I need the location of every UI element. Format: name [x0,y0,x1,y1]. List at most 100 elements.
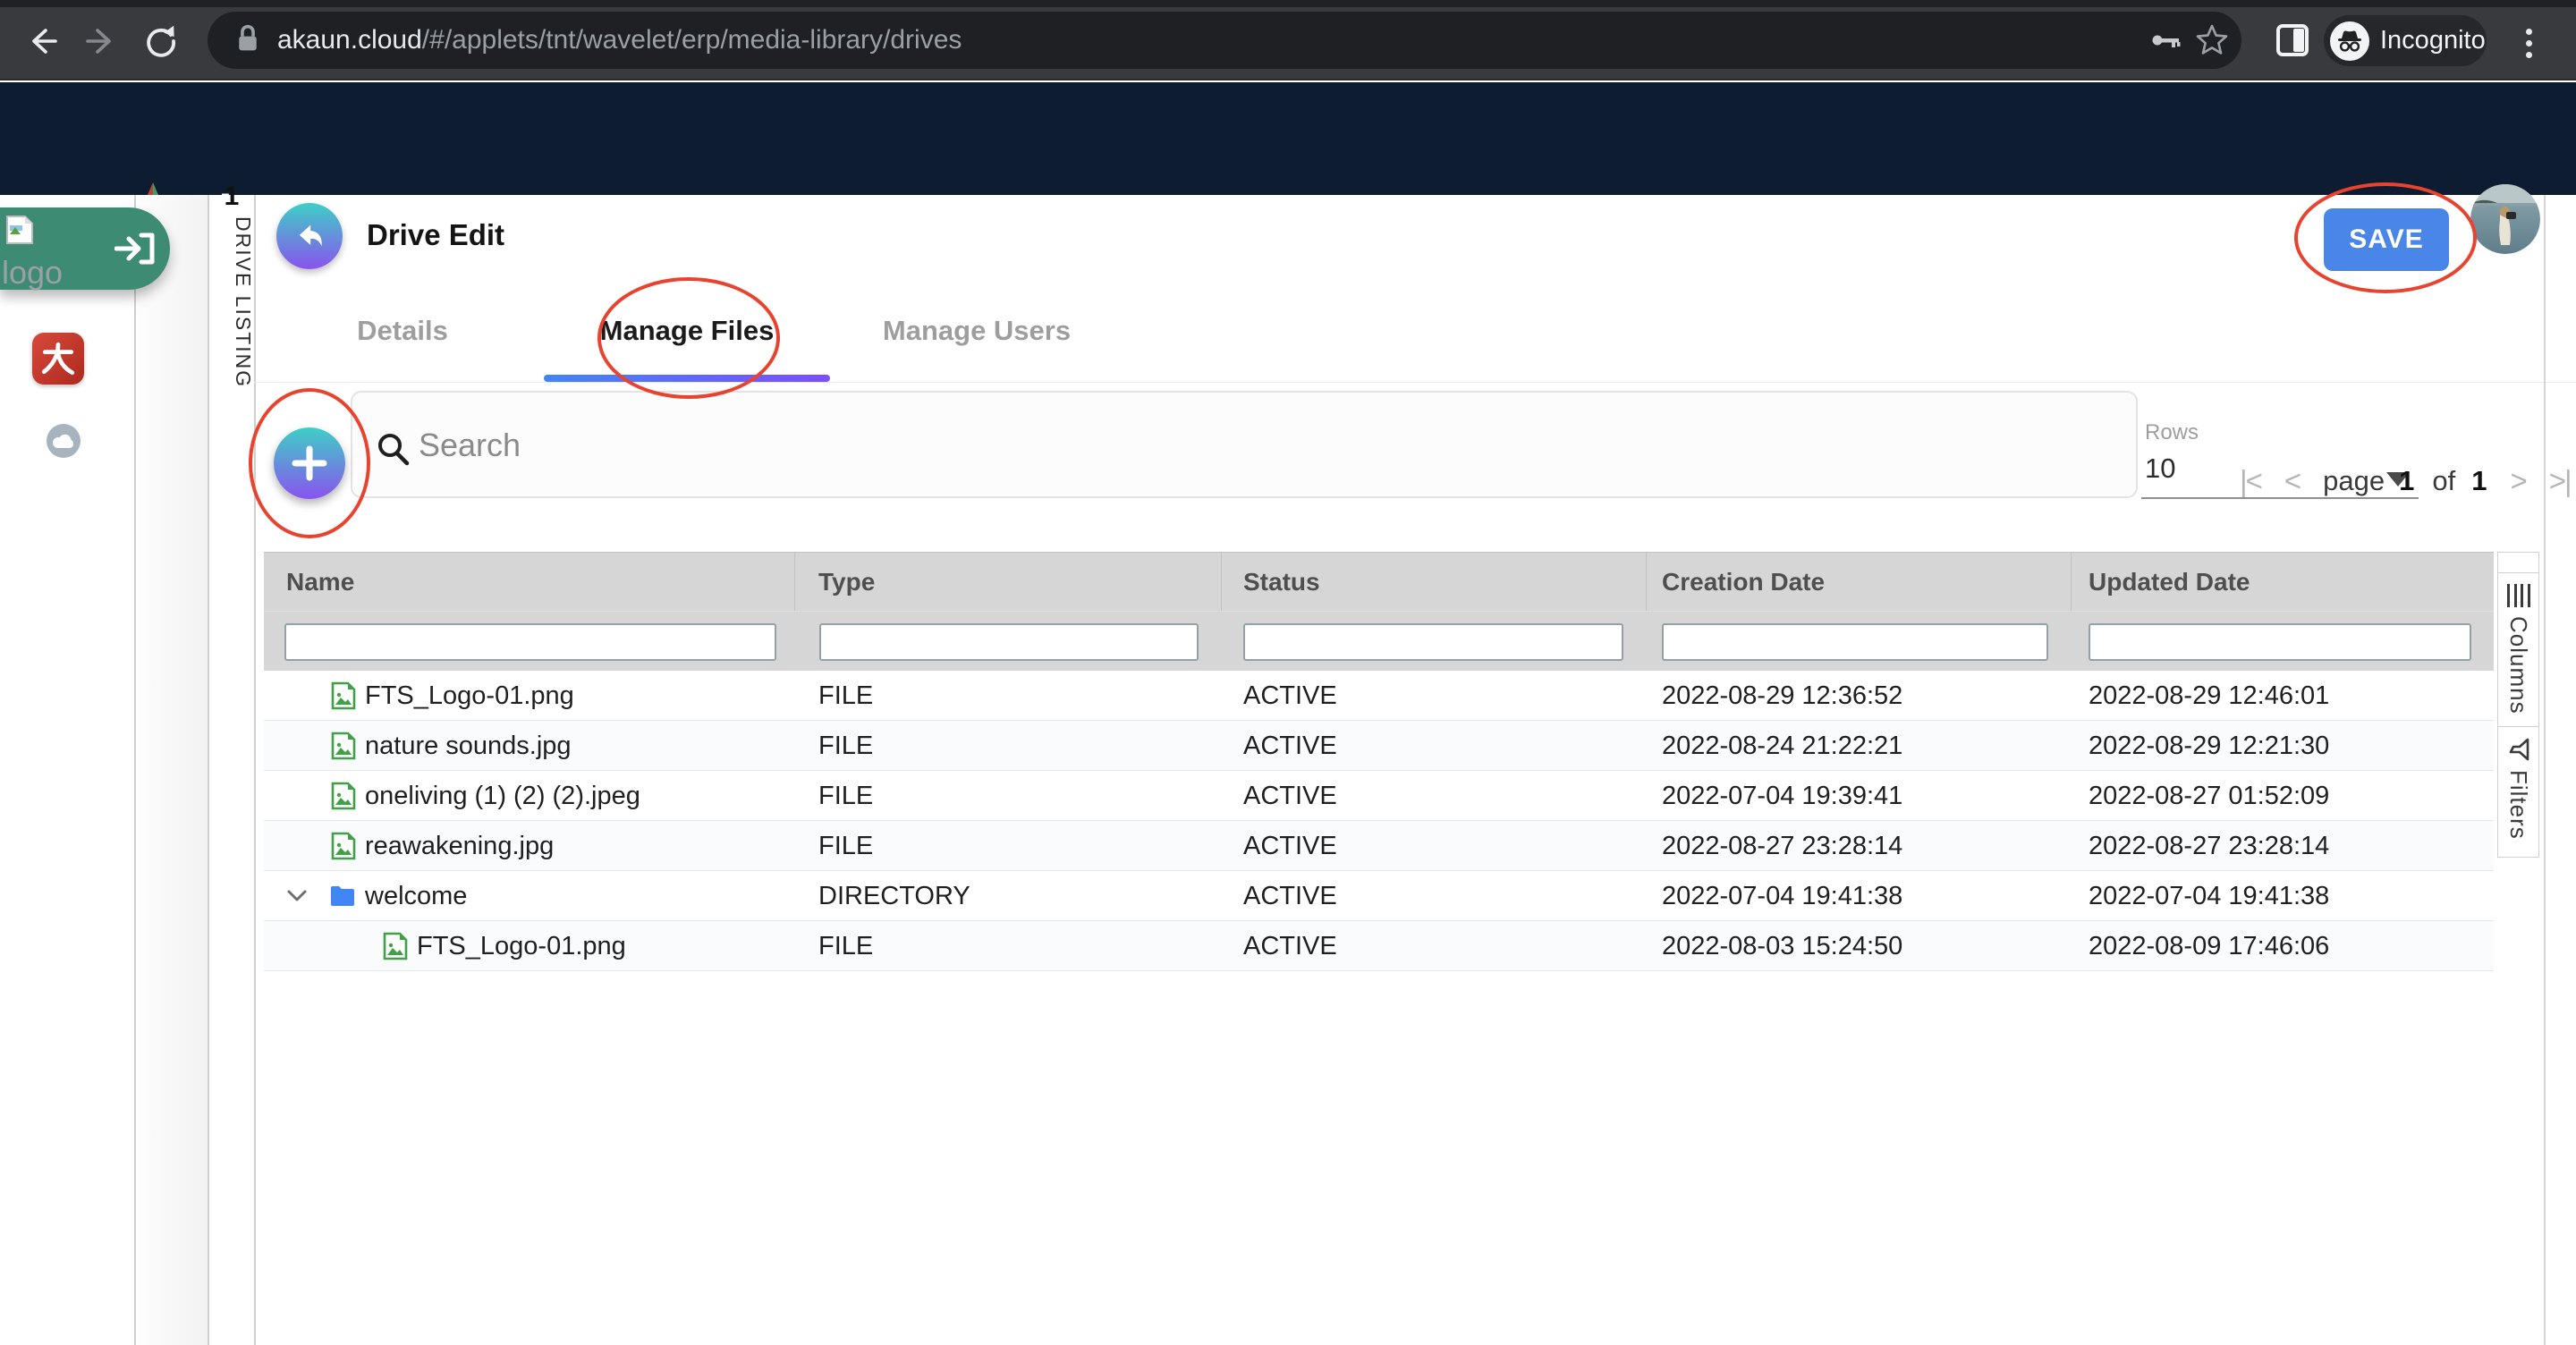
columns-icon [2507,584,2530,607]
filter-input-type[interactable] [819,623,1199,661]
file-updated: 2022-08-29 12:21:30 [2089,721,2329,771]
incognito-icon [2330,21,2369,61]
file-type: FILE [818,671,873,721]
table-row[interactable]: reawakening.jpg FILE ACTIVE 2022-08-27 2… [264,821,2494,871]
search-input[interactable] [419,420,1939,470]
incognito-badge: Incognito [2324,15,2487,66]
lock-icon [234,23,261,58]
of-label: of [2432,465,2455,497]
file-status: ACTIVE [1243,771,1337,821]
browser-tab-strip [0,0,2576,7]
browser-refresh-button[interactable] [141,21,181,61]
bookmark-star-icon[interactable] [2195,22,2229,61]
file-type: FILE [818,721,873,771]
current-page: 1 [2399,465,2414,497]
image-file-icon [331,782,356,810]
image-file-icon [331,732,356,760]
first-page-button[interactable]: |< [2240,464,2261,498]
file-status: ACTIVE [1243,921,1337,971]
file-status: ACTIVE [1243,671,1337,721]
file-type: FILE [818,821,873,871]
file-status: ACTIVE [1243,821,1337,871]
address-bar[interactable]: akaun.cloud/#/applets/tnt/wavelet/erp/me… [208,12,2241,69]
url-path: /#/applets/tnt/wavelet/erp/media-library… [422,25,962,55]
tabbar-divider [254,382,2576,383]
back-button[interactable] [276,203,343,269]
tab-manage-users[interactable]: Manage Users [860,315,1093,354]
login-arrow-icon [114,231,156,271]
password-key-icon[interactable] [2148,24,2184,61]
column-header-updated-date[interactable]: Updated Date [2089,553,2250,612]
file-updated: 2022-08-29 12:46:01 [2089,671,2329,721]
file-created: 2022-07-04 19:39:41 [1662,771,1902,821]
file-name: oneliving (1) (2) (2).jpeg [365,782,640,811]
file-created: 2022-07-04 19:41:38 [1662,871,1902,921]
filter-funnel-icon [2507,738,2530,761]
drive-listing-count: 1 [211,182,252,212]
browser-forward-button[interactable] [82,21,122,61]
column-header-name[interactable]: Name [286,553,354,612]
file-name: nature sounds.jpg [365,732,572,761]
file-updated: 2022-07-04 19:41:38 [2089,871,2329,921]
file-status: ACTIVE [1243,721,1337,771]
save-button[interactable]: SAVE [2324,208,2449,271]
pdf-app-icon[interactable] [32,333,84,385]
active-tab-underline [544,375,830,382]
side-panel-icon[interactable] [2275,23,2309,57]
table-filter-row [264,611,2494,671]
last-page-button[interactable]: >| [2549,464,2571,498]
columns-panel-tab[interactable]: Columns [2497,572,2539,727]
broken-image-icon [5,215,34,250]
folder-icon [329,884,356,908]
file-created: 2022-08-03 15:24:50 [1662,921,1902,971]
rows-per-page-select[interactable]: 10 [2145,453,2175,485]
table-row-nested[interactable]: FTS_Logo-01.png FILE ACTIVE 2022-08-03 1… [264,921,2494,971]
file-created: 2022-08-27 23:28:14 [1662,821,1902,871]
filters-panel-tab[interactable]: Filters [2497,726,2539,858]
file-updated: 2022-08-27 23:28:14 [2089,821,2329,871]
prev-page-button[interactable]: < [2284,464,2300,498]
column-header-status[interactable]: Status [1243,553,1320,612]
columns-label: Columns [2504,616,2532,715]
browser-menu-icon[interactable] [2526,23,2533,63]
table-row[interactable]: oneliving (1) (2) (2).jpeg FILE ACTIVE 2… [264,771,2494,821]
expand-chevron-icon[interactable] [286,871,308,921]
next-page-button[interactable]: > [2510,464,2525,498]
file-name: reawakening.jpg [365,832,554,861]
rows-per-page-label: Rows [2145,420,2199,445]
image-file-icon [331,832,356,860]
side-panel-spacer [2497,552,2539,573]
file-updated: 2022-08-09 17:46:06 [2089,921,2329,971]
url-domain: akaun.cloud [277,25,422,55]
user-avatar[interactable] [2470,184,2540,254]
filter-input-status[interactable] [1243,623,1623,661]
incognito-label: Incognito [2380,26,2486,55]
tab-manage-files[interactable]: Manage Files [553,315,821,354]
browser-back-button[interactable] [21,21,61,61]
column-header-type[interactable]: Type [818,553,875,612]
drive-listing-tab[interactable]: DRIVE LISTING [208,216,255,388]
column-header-creation-date[interactable]: Creation Date [1662,553,1825,612]
add-file-button[interactable] [274,427,345,499]
logo-alt-text: logo [2,254,63,292]
total-pages: 1 [2471,465,2487,497]
content-right-border [2544,195,2546,1345]
tab-details[interactable]: Details [304,315,501,354]
page-label: page [2323,465,2385,497]
file-created: 2022-08-29 12:36:52 [1662,671,1902,721]
file-type: FILE [818,771,873,821]
table-row[interactable]: nature sounds.jpg FILE ACTIVE 2022-08-24… [264,721,2494,771]
cloud-app-icon[interactable] [47,424,80,458]
table-row[interactable]: FTS_Logo-01.png FILE ACTIVE 2022-08-29 1… [264,671,2494,721]
image-file-icon [383,932,408,960]
sidebar-divider [134,195,136,1345]
pagination: |< < page 1 of 1 > >| [2240,461,2571,502]
file-created: 2022-08-24 21:22:21 [1662,721,1902,771]
filter-input-creation-date[interactable] [1662,623,2048,661]
filter-input-updated-date[interactable] [2089,623,2471,661]
directory-name: welcome [365,882,467,911]
file-updated: 2022-08-27 01:52:09 [2089,771,2329,821]
filter-input-name[interactable] [284,623,776,661]
table-row-directory[interactable]: welcome DIRECTORY ACTIVE 2022-07-04 19:4… [264,871,2494,921]
filters-label: Filters [2504,770,2532,840]
